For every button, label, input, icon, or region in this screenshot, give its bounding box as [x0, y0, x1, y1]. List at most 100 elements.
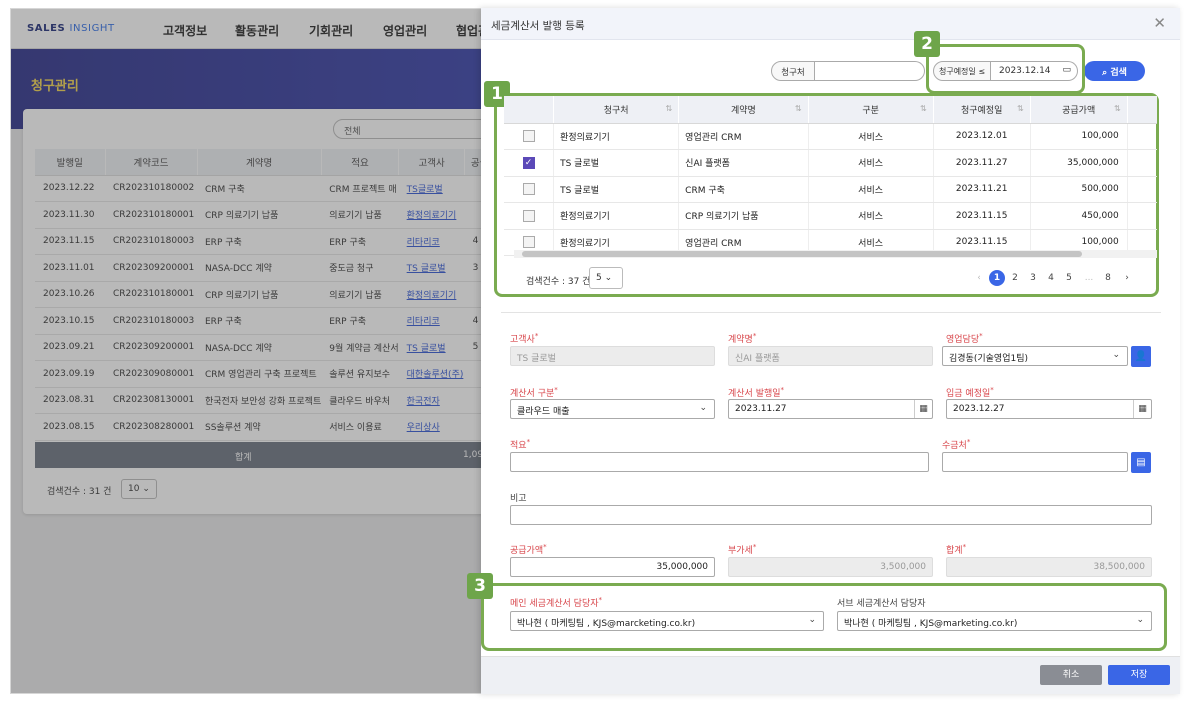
- table-row[interactable]: 환정의료기기영업관리 CRM서비스2023.12.01100,00010,0: [504, 123, 1157, 150]
- main-contact-label: 메인 세금계산서 담당자*: [510, 596, 603, 609]
- customer-field: TS 글로벌: [510, 346, 715, 366]
- table-cell: 2023.11.21: [933, 176, 1031, 203]
- deposit-date-field[interactable]: 2023.12.27 ▦: [946, 399, 1152, 419]
- table-cell: 450,000: [1030, 202, 1128, 230]
- table-cell: 2023.12.01: [933, 123, 1031, 150]
- memo-input[interactable]: [510, 452, 929, 472]
- column-header: [504, 96, 555, 124]
- table-cell: 50,0: [1127, 176, 1157, 203]
- column-header[interactable]: 청구예정일 ⇅: [933, 96, 1031, 124]
- column-header-label: 청구처: [603, 105, 629, 116]
- sort-icon[interactable]: ⇅: [1114, 104, 1121, 113]
- table-cell: 500,000: [1030, 176, 1128, 203]
- contract-field: 신AI 플랫폼: [728, 346, 933, 366]
- annotation-badge-3: 3: [467, 573, 493, 599]
- modal-title: 세금계산서 발행 등록: [491, 20, 585, 32]
- main-contact-select[interactable]: 박나현 ( 마케팅팀 , KJS@marcketing.co.kr) ⌄: [510, 611, 824, 631]
- chevron-down-icon: ⌄: [699, 403, 707, 413]
- invoice-issue-modal: 세금계산서 발행 등록 ✕ 청구처 청구예정일 ≤ 2023.12.14 ▭ ⌕…: [467, 8, 1180, 694]
- table-cell: 서비스: [808, 202, 934, 230]
- table-cell: TS 글로벌: [553, 176, 680, 203]
- sort-icon[interactable]: ⇅: [795, 104, 802, 113]
- row-checkbox[interactable]: [522, 130, 535, 143]
- chevron-down-icon: ⌄: [604, 273, 613, 283]
- column-header[interactable]: 부가세⇅: [1127, 96, 1157, 124]
- row-checkbox[interactable]: [522, 236, 535, 249]
- calendar-icon[interactable]: ▦: [914, 400, 932, 418]
- row-checkbox[interactable]: [522, 183, 535, 196]
- table-cell: 35,000,000: [1030, 149, 1128, 177]
- building-search-icon[interactable]: ▤: [1131, 452, 1151, 473]
- deposit-date-label: 입금 예정일*: [946, 386, 994, 399]
- column-header[interactable]: 공급가액 ⇅: [1030, 96, 1128, 124]
- customer-label: 고객사*: [510, 332, 539, 345]
- page-1[interactable]: 1: [989, 270, 1005, 286]
- cancel-button[interactable]: 취소: [1040, 665, 1102, 685]
- invoice-table-body: 환정의료기기영업관리 CRM서비스2023.12.01100,00010,0✓T…: [504, 123, 1157, 256]
- page-ellipsis: ...: [1084, 273, 1094, 283]
- table-cell: 환정의료기기: [553, 202, 680, 230]
- sort-icon[interactable]: ⇅: [665, 104, 672, 113]
- calendar-icon[interactable]: ▦: [1133, 400, 1151, 418]
- page-4[interactable]: 4: [1043, 270, 1059, 286]
- search-button[interactable]: ⌕ 검색: [1084, 61, 1145, 81]
- close-icon[interactable]: ✕: [1153, 14, 1166, 32]
- receiver-input[interactable]: [942, 452, 1128, 472]
- issue-date-field[interactable]: 2023.11.27 ▦: [728, 399, 933, 419]
- billing-search-label: 청구처: [771, 61, 815, 81]
- row-checkbox[interactable]: [522, 209, 535, 222]
- column-header[interactable]: 계약명 ⇅: [678, 96, 809, 124]
- invoice-candidate-table: 청구처⇅계약명⇅구분⇅청구예정일⇅공급가액⇅부가세⇅ 환정의료기기영업관리 CR…: [504, 96, 1157, 256]
- chevron-down-icon: ⌄: [808, 615, 816, 625]
- sub-contact-select[interactable]: 박나현 ( 마케팅팀 , KJS@marketing.co.kr) ⌄: [837, 611, 1152, 631]
- table-cell: 환정의료기기: [553, 123, 680, 150]
- column-header-label: 공급가액: [1062, 105, 1096, 116]
- invoice-page-size[interactable]: 5 ⌄: [589, 267, 623, 289]
- table-row[interactable]: ✓ TS 글로벌신AI 플랫폼서비스2023.11.2735,000,0003,5…: [504, 149, 1157, 177]
- column-header-label: 계약명: [730, 105, 756, 116]
- page-5[interactable]: 5: [1061, 270, 1077, 286]
- manager-select[interactable]: 김경동(기술영업1팀) ⌄: [942, 346, 1128, 366]
- invoice-count: 검색건수 : 37 건: [526, 277, 591, 287]
- horizontal-scrollbar[interactable]: [514, 250, 1157, 258]
- section-divider: [501, 312, 1161, 313]
- table-row[interactable]: 환정의료기기CRP 의료기기 납품서비스2023.11.15450,00045,…: [504, 202, 1157, 230]
- contract-label: 계약명*: [728, 332, 757, 345]
- table-cell: 100,000: [1030, 123, 1128, 150]
- table-cell: 10,0: [1127, 123, 1157, 150]
- supply-amount-input[interactable]: 35,000,000: [510, 557, 715, 577]
- save-button[interactable]: 저장: [1108, 665, 1170, 685]
- row-checkbox-cell: [504, 202, 555, 230]
- table-cell: 3,500,0: [1127, 149, 1157, 177]
- page-2[interactable]: 2: [1007, 270, 1023, 286]
- invoice-candidate-table-wrap: 청구처⇅계약명⇅구분⇅청구예정일⇅공급가액⇅부가세⇅ 환정의료기기영업관리 CR…: [504, 96, 1157, 256]
- chevron-down-icon: ⌄: [1112, 350, 1120, 360]
- next-page-icon[interactable]: ›: [1119, 270, 1135, 286]
- note-label: 비고: [510, 494, 527, 504]
- table-cell: 서비스: [808, 149, 934, 177]
- sort-icon[interactable]: ⇅: [1017, 104, 1024, 113]
- column-header[interactable]: 청구처 ⇅: [553, 96, 680, 124]
- table-cell: 45,0: [1127, 202, 1157, 230]
- vat-field: 3,500,000: [728, 557, 933, 577]
- annotation-box-2: [926, 44, 1085, 94]
- table-cell: CRM 구축: [678, 176, 809, 203]
- scrollbar-thumb[interactable]: [522, 251, 1082, 257]
- row-checkbox[interactable]: ✓: [522, 156, 535, 169]
- user-search-icon[interactable]: 👤: [1131, 346, 1151, 367]
- vat-label: 부가세*: [728, 543, 757, 556]
- page-8[interactable]: 8: [1100, 270, 1116, 286]
- note-input[interactable]: [510, 505, 1152, 525]
- prev-page-icon[interactable]: ‹: [971, 270, 987, 286]
- table-cell: CRP 의료기기 납품: [678, 202, 809, 230]
- table-cell: 서비스: [808, 123, 934, 150]
- page-3[interactable]: 3: [1025, 270, 1041, 286]
- issue-date-label: 계산서 발행일*: [728, 386, 785, 399]
- column-header[interactable]: 구분 ⇅: [808, 96, 934, 124]
- sort-icon[interactable]: ⇅: [920, 104, 927, 113]
- table-row[interactable]: TS 글로벌CRM 구축서비스2023.11.21500,00050,0: [504, 176, 1157, 203]
- invoice-table-header: 청구처 ⇅ 계약명 ⇅ 구분 ⇅ 청구예정일 ⇅ 공급가액 ⇅ 부가세⇅: [504, 96, 1157, 124]
- billing-search-input[interactable]: [815, 61, 925, 81]
- search-icon: ⌕: [1102, 68, 1108, 78]
- invoice-type-select[interactable]: 클라우드 매출 ⌄: [510, 399, 715, 419]
